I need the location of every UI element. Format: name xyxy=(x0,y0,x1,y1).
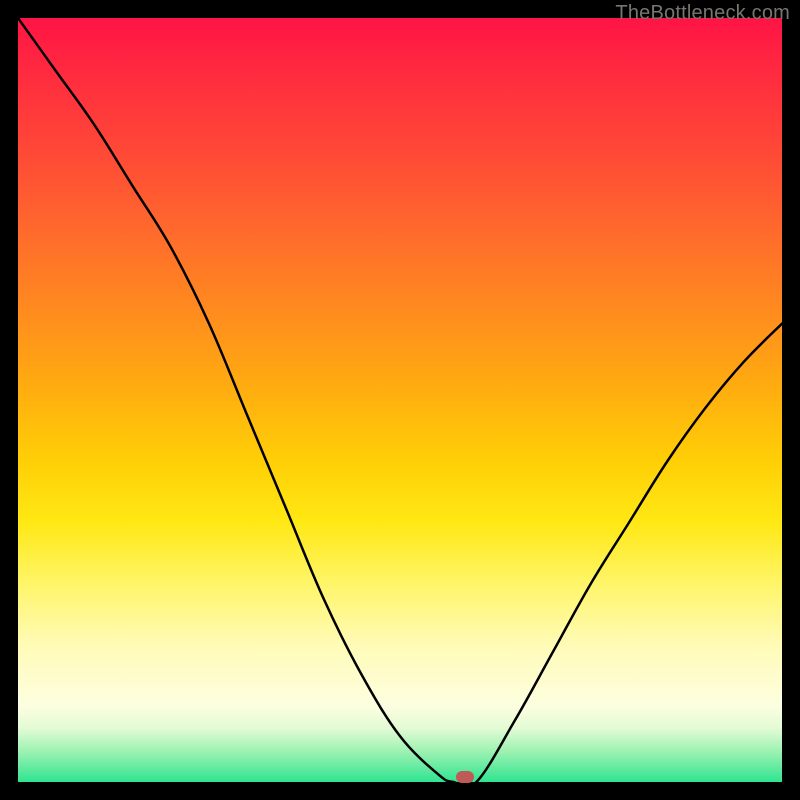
optimal-marker xyxy=(456,771,474,783)
chart-svg xyxy=(18,18,782,782)
bottleneck-curve-line xyxy=(18,18,782,782)
watermark-text: TheBottleneck.com xyxy=(615,2,790,25)
chart-plot-area xyxy=(18,18,782,782)
